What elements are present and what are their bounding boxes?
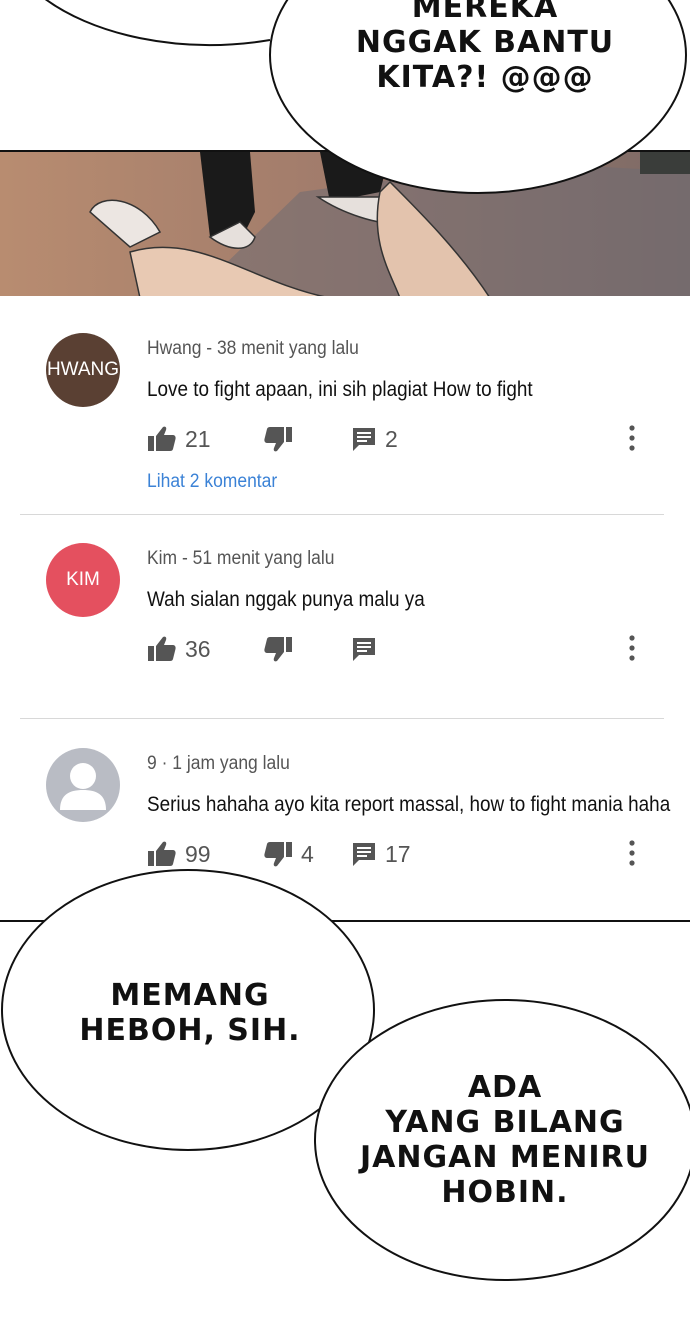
bubble-line: YANG BILANG <box>385 1105 625 1140</box>
reply-count: 2 <box>385 425 398 452</box>
comment-actions: 36 <box>147 632 647 666</box>
reply-button[interactable] <box>351 632 385 666</box>
bubble-line: MEMANG <box>110 978 270 1013</box>
dislike-button[interactable]: 4 <box>263 837 314 871</box>
comment-text: Love to fight apaan, ini sih plagiat How… <box>147 378 533 401</box>
reply-count: 17 <box>385 840 411 867</box>
comment-text: Wah sialan nggak punya malu ya <box>147 588 425 611</box>
comment-meta: Kim - 51 menit yang lalu <box>147 548 335 569</box>
view-replies-link[interactable]: Lihat 17 komentar <box>147 886 287 908</box>
reply-button[interactable]: 2 <box>351 422 398 456</box>
speech-bubble-text: MEREKA NGGAK BANTU KITA?! @@@ <box>330 0 640 95</box>
thumbs-down-icon <box>263 635 293 663</box>
divider <box>20 514 664 515</box>
bubble-line: KITA?! @@@ <box>376 60 594 95</box>
comment-text: Serius hahaha ayo kita report massal, ho… <box>147 793 671 816</box>
bubble-line: ADA <box>467 1070 543 1105</box>
like-count: 21 <box>185 425 211 452</box>
like-button[interactable]: 36 <box>147 632 211 666</box>
thumbs-up-icon <box>147 840 177 868</box>
bubble-line: NGGAK BANTU <box>355 25 615 60</box>
speech-bubble-text: MEMANG HEBOH, SIH. <box>60 978 320 1048</box>
like-count: 99 <box>185 840 211 867</box>
more-vertical-icon[interactable] <box>627 839 637 872</box>
person-silhouette-icon <box>60 763 106 810</box>
avatar[interactable]: KIM <box>46 543 120 617</box>
bubble-line: HEBOH, SIH. <box>79 1013 301 1048</box>
dislike-button[interactable] <box>263 422 301 456</box>
bubble-line: MEREKA <box>411 0 559 25</box>
more-vertical-icon[interactable] <box>627 634 637 667</box>
like-button[interactable]: 99 <box>147 837 211 871</box>
comment-icon <box>351 636 377 662</box>
thumbs-up-icon <box>147 635 177 663</box>
avatar[interactable]: HWANG <box>46 333 120 407</box>
like-count: 36 <box>185 635 211 662</box>
comment-meta: Hwang - 38 menit yang lalu <box>147 338 359 359</box>
comment-icon <box>351 841 377 867</box>
thumbs-up-icon <box>147 425 177 453</box>
thumbs-down-icon <box>263 840 293 868</box>
bubble-line: JANGAN MENIRU <box>360 1140 650 1175</box>
reply-button[interactable]: 17 <box>351 837 411 871</box>
bubble-line: HOBIN. <box>441 1175 569 1210</box>
divider <box>20 718 664 719</box>
comment-list: HWANG Hwang - 38 menit yang lalu Love to… <box>0 296 690 922</box>
comment-meta: 9 · 1 jam yang lalu <box>147 753 290 774</box>
comment-icon <box>351 426 377 452</box>
comment-actions: 99 4 17 <box>147 837 647 871</box>
avatar[interactable] <box>46 748 120 822</box>
street-illustration <box>0 152 690 298</box>
view-replies-link[interactable]: Lihat 2 komentar <box>147 471 277 493</box>
comment-actions: 21 2 <box>147 422 647 456</box>
dislike-button[interactable] <box>263 632 301 666</box>
dislike-count: 4 <box>301 840 314 867</box>
speech-bubble-text: ADA YANG BILANG JANGAN MENIRU HOBIN. <box>340 1070 670 1210</box>
like-button[interactable]: 21 <box>147 422 211 456</box>
comic-panel <box>0 150 690 300</box>
more-vertical-icon[interactable] <box>627 424 637 457</box>
thumbs-down-icon <box>263 425 293 453</box>
